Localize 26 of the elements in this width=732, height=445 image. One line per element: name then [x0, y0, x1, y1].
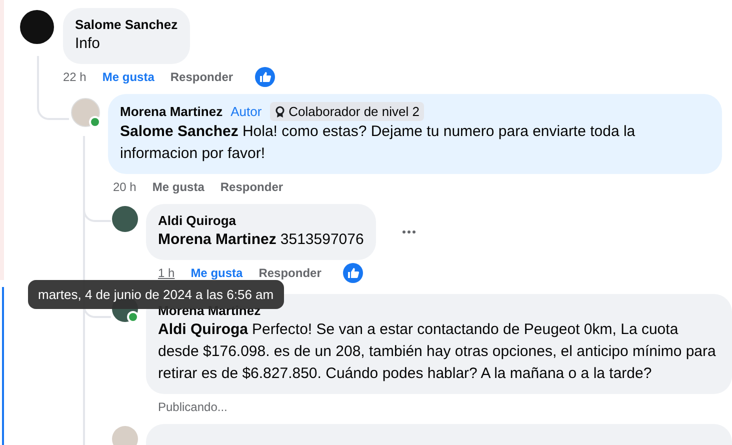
comment-text: Morena Martinez 3513597076 [158, 230, 364, 250]
avatar-photo[interactable] [112, 206, 138, 232]
author-name[interactable]: Aldi Quiroga [158, 212, 236, 229]
thumbs-up-icon[interactable] [255, 67, 276, 87]
like-link[interactable]: Me gusta [152, 180, 204, 194]
comment-text: Salome Sanchez Hola! como estas? Dejame tu numero para enviarte toda la informacion por favor! [120, 122, 636, 164]
avatar-photo[interactable] [20, 10, 54, 44]
reply-link[interactable]: Responder [170, 70, 234, 84]
comment-text: Info [75, 34, 102, 54]
author-name[interactable]: Morena Martinez [120, 103, 223, 120]
like-link[interactable]: Me gusta [102, 70, 154, 84]
thumbs-up-icon[interactable] [343, 263, 364, 283]
comment-text: Aldi Quiroga Perfecto! Se van a estar contactando de Peugeot 0km, La cuota desde $176.098. es de un 208, también hay otras opciones, el anticipo mínimo para retirar es de $6.827.850. Cuándo podes hablar? A la mañana o a la tarde? [158, 320, 717, 384]
reply-link[interactable]: Responder [220, 180, 284, 194]
award-icon [274, 106, 285, 118]
date-tooltip: martes, 4 de junio de 2024 a las 6:56 am [28, 280, 284, 309]
posting-status: Publicando... [158, 400, 228, 414]
reply-link[interactable]: Responder [258, 266, 322, 280]
author-name[interactable]: Salome Sanchez [75, 16, 178, 33]
like-link[interactable]: Me gusta [190, 266, 243, 280]
author-label: Autor [230, 103, 262, 120]
timestamp-link[interactable]: 20 h [113, 180, 136, 194]
more-icon [402, 230, 416, 234]
badge-label: Colaborador de nivel 2 [288, 103, 420, 120]
timestamp-link[interactable]: 22 h [63, 70, 86, 84]
timestamp-link[interactable]: 1 h [158, 266, 175, 280]
